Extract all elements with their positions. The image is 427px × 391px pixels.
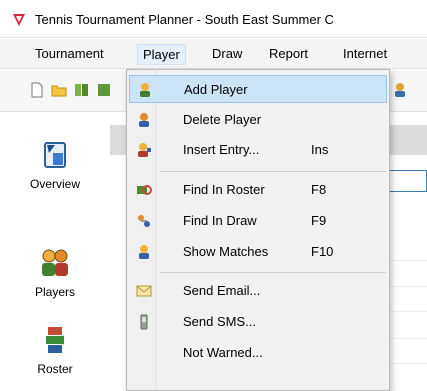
new-file-icon[interactable] [29, 82, 45, 98]
menu-item-shortcut: Ins [311, 142, 329, 157]
roster-icon [46, 327, 64, 353]
menu-item-label: Find In Draw [183, 213, 257, 228]
menu-item-delete-player[interactable]: Delete Player [129, 106, 387, 134]
sms-icon [140, 314, 148, 330]
menu-separator [160, 171, 386, 172]
menu-report[interactable]: Report [264, 44, 313, 65]
nav-roster-label: Roster [37, 362, 73, 376]
toolbar-tool-icon[interactable] [96, 82, 112, 98]
nav-overview-label: Overview [29, 177, 80, 191]
insert-entry-icon [138, 143, 151, 157]
player-dropdown-menu: Add Player Delete Player Insert Entry...… [126, 69, 390, 391]
menu-draw-label: Draw [212, 46, 243, 61]
menu-internet-label: Internet [343, 46, 388, 61]
open-folder-icon[interactable] [51, 82, 67, 98]
menu-player[interactable]: Player [137, 44, 186, 65]
menu-separator [160, 272, 386, 273]
left-nav: Overview Players Roster [0, 113, 110, 391]
menu-item-add-player[interactable]: Add Player [129, 75, 387, 103]
menu-report-label: Report [269, 46, 309, 61]
overview-icon [44, 142, 66, 168]
toolbar-player-icon[interactable] [392, 82, 408, 98]
email-icon [136, 285, 152, 297]
menu-item-label: Show Matches [183, 244, 269, 259]
delete-player-icon [139, 113, 149, 127]
save-icon[interactable] [74, 82, 90, 98]
nav-roster[interactable]: Roster [0, 324, 110, 376]
menu-item-shortcut: F8 [311, 182, 327, 197]
nav-players[interactable]: Players [0, 247, 110, 299]
menu-item-label: Not Warned... [183, 345, 263, 360]
nav-players-label: Players [34, 285, 75, 299]
menu-item-insert-entry[interactable]: Insert Entry... Ins [129, 136, 387, 164]
find-roster-icon [137, 185, 152, 195]
title-bar: Tennis Tournament Planner - South East S… [0, 0, 427, 38]
show-matches-icon [139, 245, 149, 259]
menu-tournament-label: Tournament [35, 46, 104, 61]
menu-item-find-in-roster[interactable]: Find In Roster F8 [129, 176, 387, 204]
menu-bar: Tournament Player Draw Report Internet [0, 39, 427, 69]
find-draw-icon [138, 215, 150, 227]
menu-item-send-sms[interactable]: Send SMS... [129, 308, 387, 336]
menu-player-label: Player [143, 47, 180, 62]
nav-overview[interactable]: Overview [0, 139, 110, 191]
window-title: Tennis Tournament Planner - South East S… [35, 12, 334, 27]
add-player-icon [140, 83, 150, 97]
menu-item-label: Find In Roster [183, 182, 265, 197]
menu-item-not-warned[interactable]: Not Warned... [129, 339, 387, 367]
menu-item-label: Insert Entry... [183, 142, 260, 157]
players-icon [42, 249, 68, 276]
menu-internet[interactable]: Internet [338, 44, 392, 65]
menu-item-label: Send SMS... [183, 314, 256, 329]
menu-item-label: Delete Player [183, 112, 262, 127]
menu-item-shortcut: F9 [311, 213, 327, 228]
app-logo-icon [13, 14, 25, 26]
menu-item-shortcut: F10 [311, 244, 334, 259]
menu-item-send-email[interactable]: Send Email... [129, 277, 387, 305]
menu-draw[interactable]: Draw [207, 44, 247, 65]
menu-item-find-in-draw[interactable]: Find In Draw F9 [129, 207, 387, 235]
menu-item-show-matches[interactable]: Show Matches F10 [129, 238, 387, 266]
menu-item-label: Send Email... [183, 283, 261, 298]
menu-tournament[interactable]: Tournament [30, 44, 109, 65]
menu-item-label: Add Player [184, 82, 248, 97]
